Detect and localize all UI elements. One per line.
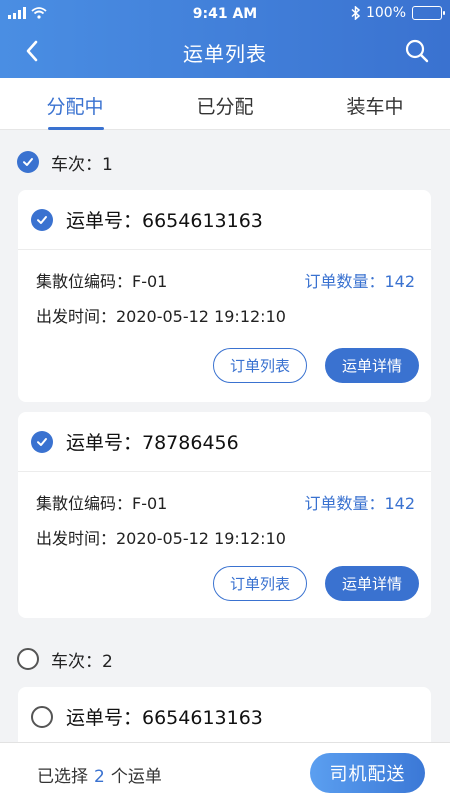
depart-time: 出发时间：2020-05-12 19:12:10: [36, 529, 286, 548]
bottom-action-bar: 已选择 2 个运单 司机配送: [0, 742, 450, 800]
checked-circle-icon[interactable]: [17, 151, 39, 173]
selection-suffix: 个运单: [110, 767, 162, 787]
trip-group-header[interactable]: 车次：1: [0, 144, 450, 180]
tab-assigning[interactable]: 分配中: [0, 92, 150, 119]
order-list-button[interactable]: 订单列表: [213, 566, 307, 601]
unchecked-circle-icon[interactable]: [17, 648, 39, 670]
selection-count: 2: [94, 767, 105, 787]
checked-circle-icon[interactable]: [31, 208, 53, 231]
location-code: 集散位编码：F-01: [36, 494, 168, 513]
waybill-detail-button[interactable]: 运单详情: [325, 566, 419, 601]
status-right: 100%: [351, 5, 445, 21]
waybill-card-body: 集散位编码：F-01 订单数量：142 出发时间：2020-05-12 19:1…: [18, 472, 431, 618]
waybill-number: 运单号：6654613163: [66, 210, 263, 232]
order-list-button[interactable]: 订单列表: [213, 348, 307, 383]
tab-loading[interactable]: 装车中: [300, 92, 450, 119]
trip-label: 车次：1: [51, 154, 113, 175]
bluetooth-icon: [351, 6, 360, 20]
tab-assigned[interactable]: 已分配: [150, 92, 300, 119]
waybill-number: 运单号：78786456: [66, 432, 239, 454]
active-tab-indicator: [48, 127, 104, 130]
card-actions: 订单列表 运单详情: [213, 348, 419, 383]
waybill-card-header[interactable]: 运单号：78786456: [18, 412, 431, 472]
waybill-card-body: 集散位编码：F-01 订单数量：142 出发时间：2020-05-12 19:1…: [18, 250, 431, 402]
status-bar: 9:41 AM 100%: [0, 0, 450, 28]
order-count: 订单数量：142: [304, 494, 415, 513]
trip-group-header[interactable]: 车次：2: [0, 641, 450, 677]
page-title: 运单列表: [183, 42, 267, 66]
order-count: 订单数量：142: [304, 272, 415, 291]
checked-circle-icon[interactable]: [31, 430, 53, 453]
driver-dispatch-button[interactable]: 司机配送: [310, 753, 425, 793]
nav-bar: 运单列表: [0, 28, 450, 74]
battery-icon: [412, 6, 445, 20]
selection-summary: 已选择 2 个运单: [37, 762, 162, 787]
search-icon[interactable]: [402, 36, 432, 66]
trip-label: 车次：2: [51, 651, 113, 672]
info-row: 集散位编码：F-01 订单数量：142: [36, 490, 415, 514]
waybill-detail-button[interactable]: 运单详情: [325, 348, 419, 383]
waybill-card: 运单号：78786456 集散位编码：F-01 订单数量：142 出发时间：20…: [18, 412, 431, 618]
waybill-card-header[interactable]: 运单号：6654613163: [18, 687, 431, 747]
app-header: 9:41 AM 100% 运单列表: [0, 0, 450, 78]
selection-prefix: 已选择: [37, 767, 88, 787]
waybill-card-header[interactable]: 运单号：6654613163: [18, 190, 431, 250]
waybill-card: 运单号：6654613163 集散位编码：F-01 订单数量：142 出发时间：…: [18, 190, 431, 402]
battery-percent: 100%: [365, 5, 406, 21]
card-actions: 订单列表 运单详情: [213, 566, 419, 601]
info-row: 集散位编码：F-01 订单数量：142: [36, 268, 415, 292]
tab-bar: 分配中 已分配 装车中: [0, 78, 450, 130]
location-code: 集散位编码：F-01: [36, 272, 168, 291]
waybill-number: 运单号：6654613163: [66, 707, 263, 729]
depart-time: 出发时间：2020-05-12 19:12:10: [36, 307, 286, 326]
unchecked-circle-icon[interactable]: [31, 705, 53, 728]
